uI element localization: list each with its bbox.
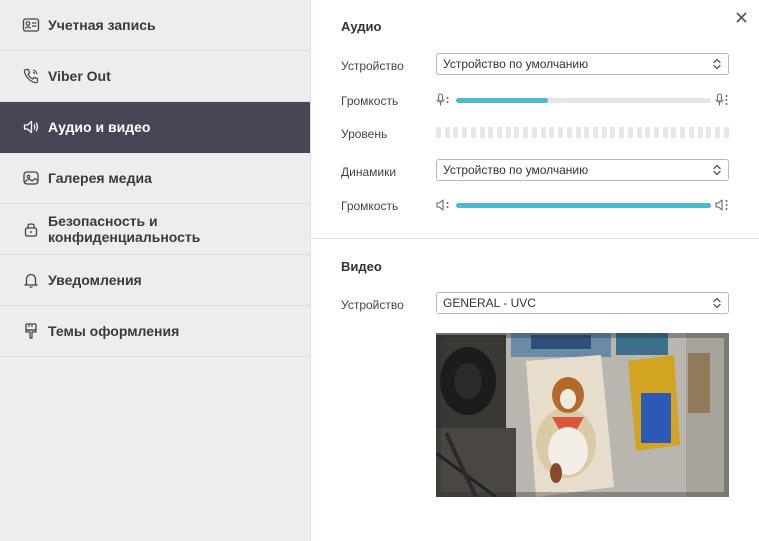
sidebar-item-label: Темы оформления <box>48 323 180 339</box>
level-segment <box>653 127 659 138</box>
media-gallery-icon <box>22 169 40 187</box>
chevron-updown-icon <box>713 164 721 176</box>
speaker-low-icon <box>436 199 449 211</box>
level-segment <box>558 127 564 138</box>
account-card-icon <box>22 16 40 34</box>
level-segment <box>627 127 633 138</box>
sidebar-item-themes[interactable]: Темы оформления <box>0 306 310 357</box>
level-segment <box>680 127 686 138</box>
speaker-high-icon <box>715 199 728 211</box>
video-device-value: GENERAL - UVC <box>443 296 536 310</box>
speaker-volume-label: Громкость <box>341 199 399 213</box>
bell-icon <box>22 271 40 289</box>
mic-high-icon <box>715 93 728 106</box>
mic-volume-fill <box>456 98 548 103</box>
sidebar-item-label: Уведомления <box>48 272 142 288</box>
video-section-title: Видео <box>341 259 382 274</box>
speakers-label: Динамики <box>341 165 397 179</box>
level-segment <box>462 127 468 138</box>
camera-preview <box>436 333 729 497</box>
sidebar-item-viber-out[interactable]: Viber Out <box>0 51 310 102</box>
level-segment <box>645 127 651 138</box>
sidebar-item-label: Аудио и видео <box>48 119 151 135</box>
level-segment <box>592 127 598 138</box>
close-icon <box>736 12 746 22</box>
level-segment <box>470 127 476 138</box>
sidebar-item-label: Учетная запись <box>48 17 156 33</box>
level-segment <box>488 127 494 138</box>
chevron-updown-icon <box>713 297 721 309</box>
level-label: Уровень <box>341 127 388 141</box>
level-segment <box>610 127 616 138</box>
sidebar-item-label: Галерея медиа <box>48 170 152 186</box>
settings-sidebar: Учетная запись Viber Out Аудио и видео Г… <box>0 0 311 541</box>
sidebar-item-security[interactable]: Безопасность и конфиденциальность <box>0 204 310 255</box>
level-segment <box>444 127 450 138</box>
speaker-volume-track[interactable] <box>456 203 711 208</box>
lock-icon <box>22 220 40 238</box>
speaker-volume-slider[interactable] <box>436 198 731 212</box>
level-segment <box>531 127 537 138</box>
level-segment <box>688 127 694 138</box>
speaker-volume-fill <box>456 203 711 208</box>
audio-device-label: Устройство <box>341 59 404 73</box>
audio-device-select[interactable]: Устройство по умолчанию <box>436 53 729 75</box>
camera-preview-image <box>436 333 729 497</box>
level-segment <box>636 127 642 138</box>
sidebar-item-audio-video[interactable]: Аудио и видео <box>0 102 310 153</box>
video-device-select[interactable]: GENERAL - UVC <box>436 292 729 314</box>
mic-volume-slider[interactable] <box>436 93 731 107</box>
speaker-icon <box>22 118 40 136</box>
video-device-label: Устройство <box>341 298 404 312</box>
level-segment <box>619 127 625 138</box>
audio-level-meter <box>436 127 729 138</box>
speakers-select[interactable]: Устройство по умолчанию <box>436 159 729 181</box>
section-divider <box>311 238 759 239</box>
audio-device-value: Устройство по умолчанию <box>443 57 589 71</box>
level-segment <box>436 127 441 138</box>
level-segment <box>575 127 581 138</box>
level-segment <box>697 127 703 138</box>
level-segment <box>505 127 511 138</box>
mic-low-icon <box>436 93 449 106</box>
level-segment <box>566 127 572 138</box>
level-segment <box>453 127 459 138</box>
level-segment <box>662 127 668 138</box>
audio-section-title: Аудио <box>341 19 382 34</box>
level-segment <box>523 127 529 138</box>
mic-volume-track[interactable] <box>456 98 711 103</box>
sidebar-item-label: Безопасность и конфиденциальность <box>48 213 201 245</box>
chevron-updown-icon <box>713 58 721 70</box>
mic-volume-label: Громкость <box>341 94 399 108</box>
level-segment <box>671 127 677 138</box>
sidebar-item-account[interactable]: Учетная запись <box>0 0 310 51</box>
speakers-value: Устройство по умолчанию <box>443 163 589 177</box>
level-segment <box>706 127 712 138</box>
close-button[interactable] <box>733 9 749 25</box>
level-segment <box>584 127 590 138</box>
sidebar-item-label: Viber Out <box>48 68 111 84</box>
brush-icon <box>22 322 40 340</box>
sidebar-item-media-gallery[interactable]: Галерея медиа <box>0 153 310 204</box>
level-segment <box>549 127 555 138</box>
level-segment <box>540 127 546 138</box>
sidebar-item-notifications[interactable]: Уведомления <box>0 255 310 306</box>
phone-icon <box>22 67 40 85</box>
level-segment <box>497 127 503 138</box>
level-segment <box>514 127 520 138</box>
level-segment <box>601 127 607 138</box>
level-segment <box>723 127 729 138</box>
level-segment <box>479 127 485 138</box>
settings-content: Аудио Устройство Устройство по умолчанию… <box>311 0 759 541</box>
level-segment <box>715 127 720 138</box>
